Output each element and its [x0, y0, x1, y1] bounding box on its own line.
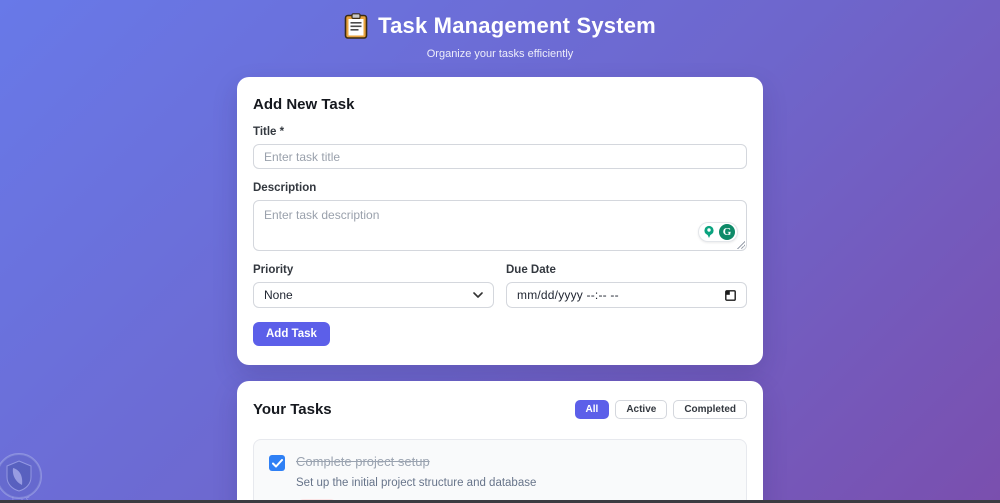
grammarly-widget[interactable]: G	[698, 222, 738, 242]
due-date-label: Due Date	[506, 264, 556, 276]
task-title-input[interactable]	[253, 144, 747, 169]
chevron-down-icon	[473, 292, 483, 298]
textarea-resize-handle[interactable]	[736, 240, 745, 249]
due-date-value: mm/dd/yyyy --:-- --	[517, 288, 619, 302]
task-description: Set up the initial project structure and…	[296, 477, 537, 489]
filter-active-button[interactable]: Active	[615, 400, 668, 419]
title-label: Title *	[253, 126, 285, 138]
calendar-picker-icon[interactable]	[725, 289, 736, 301]
task-list-item: Complete project setup Set up the initia…	[253, 439, 747, 503]
task-checkbox[interactable]	[269, 455, 285, 471]
grammarly-g-icon: G	[719, 224, 735, 240]
add-task-heading: Add New Task	[253, 96, 355, 113]
due-date-input[interactable]: mm/dd/yyyy --:-- --	[506, 282, 747, 308]
app-header: Task Management System Organize your tas…	[0, 0, 1000, 60]
clipboard-icon	[344, 13, 368, 39]
priority-label: Priority	[253, 264, 294, 276]
task-title: Complete project setup	[296, 454, 430, 469]
watermark-logo: كـفـيـل	[0, 450, 51, 503]
page-title: Task Management System	[378, 13, 656, 38]
check-icon	[271, 458, 283, 467]
grammarly-pin-icon	[701, 224, 717, 240]
priority-select[interactable]: None	[253, 282, 494, 308]
add-task-button[interactable]: Add Task	[253, 322, 330, 346]
priority-selected-value: None	[264, 288, 293, 302]
add-task-card: Add New Task Title * Description G	[237, 77, 763, 365]
description-label: Description	[253, 182, 317, 194]
your-tasks-heading: Your Tasks	[253, 401, 332, 418]
your-tasks-card: Your Tasks All Active Completed Complete…	[237, 381, 763, 503]
task-filters: All Active Completed	[574, 400, 747, 419]
filter-all-button[interactable]: All	[574, 400, 610, 419]
page-subtitle: Organize your tasks efficiently	[426, 48, 574, 60]
task-description-input[interactable]	[253, 200, 747, 251]
filter-completed-button[interactable]: Completed	[673, 400, 747, 419]
